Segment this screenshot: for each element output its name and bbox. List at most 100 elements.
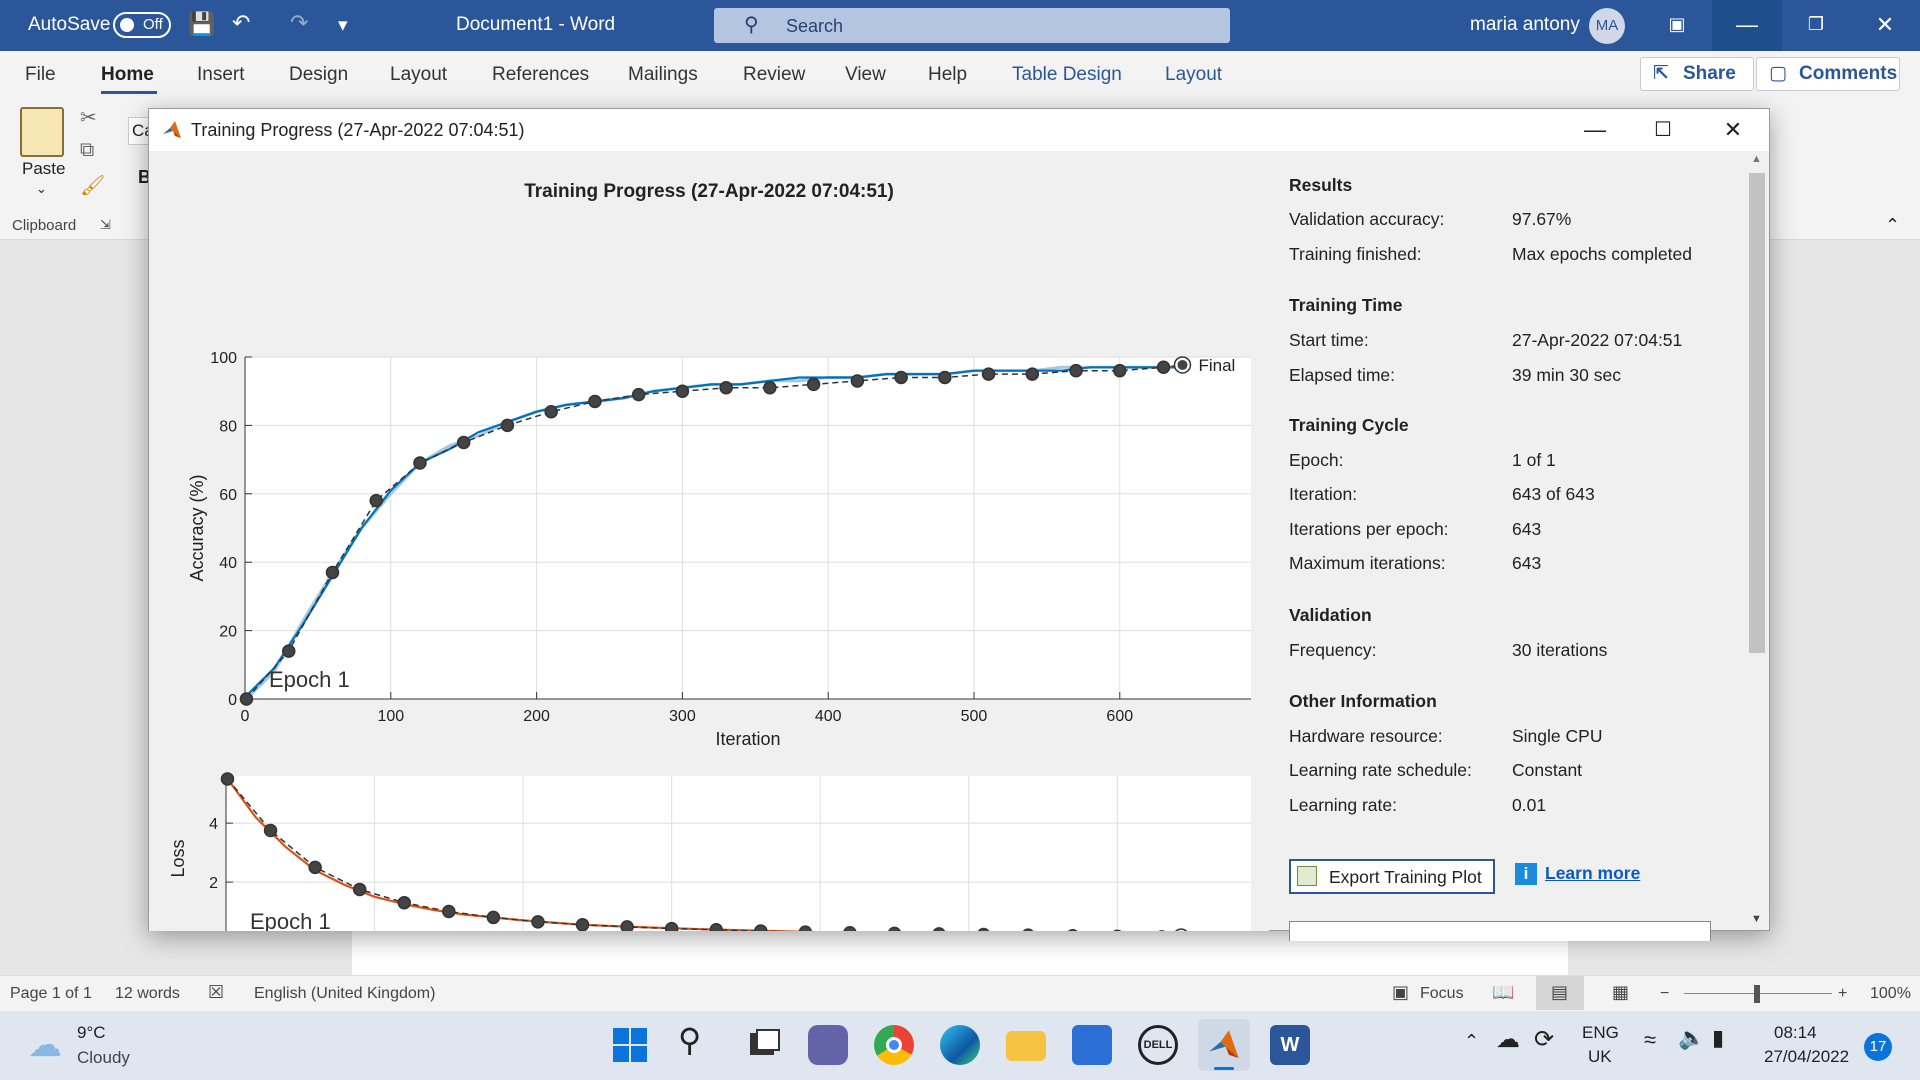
loss-ytick-label: 2 xyxy=(209,875,218,892)
save-icon[interactable]: 💾 xyxy=(188,11,215,37)
avatar[interactable]: MA xyxy=(1589,8,1625,44)
proofing-icon[interactable]: ☒ xyxy=(208,982,224,1003)
accuracy-validation-point xyxy=(1113,363,1127,378)
edge-icon[interactable] xyxy=(940,1025,980,1065)
tab-view[interactable]: View xyxy=(845,64,886,86)
notification-badge[interactable]: 17 xyxy=(1864,1033,1892,1061)
export-training-plot-button[interactable]: Export Training Plot xyxy=(1289,859,1495,894)
accuracy-validation-point xyxy=(981,367,996,381)
accuracy-ytick-label: 100 xyxy=(210,350,237,367)
restore-icon[interactable]: ❐ xyxy=(1781,0,1851,51)
search-box[interactable]: ⚲ Search xyxy=(714,8,1230,43)
loss-plot-background xyxy=(226,776,1251,931)
wifi-icon[interactable]: ≈ xyxy=(1644,1027,1656,1053)
customize-qat-icon[interactable]: ▾ xyxy=(338,14,348,37)
zoom-level[interactable]: 100% xyxy=(1870,985,1911,1003)
task-view-icon[interactable] xyxy=(744,1025,784,1065)
scroll-thumb[interactable] xyxy=(1749,173,1765,653)
focus-icon[interactable]: ▣ xyxy=(1392,982,1409,1003)
tab-file[interactable]: File xyxy=(25,64,56,86)
undo-icon[interactable]: ↶ xyxy=(232,10,250,36)
language-indicator[interactable]: English (United Kingdom) xyxy=(254,985,435,1003)
comments-label: Comments xyxy=(1799,63,1898,84)
clock-date[interactable]: 27/04/2022 xyxy=(1764,1047,1849,1067)
tab-layout[interactable]: Layout xyxy=(390,64,447,86)
collapse-ribbon-icon[interactable]: ⌃ xyxy=(1885,215,1900,236)
font-name-box[interactable]: Ca xyxy=(128,117,154,145)
autosave-label: AutoSave xyxy=(28,14,111,35)
tab-review[interactable]: Review xyxy=(743,64,805,86)
search-icon: ⚲ xyxy=(744,14,759,36)
web-layout-icon[interactable]: ▦ xyxy=(1612,982,1629,1003)
accuracy-xtick-label: 300 xyxy=(669,708,696,725)
loss-final-label: Final xyxy=(1197,928,1234,931)
paste-dropdown-icon[interactable]: ⌄ xyxy=(36,181,47,197)
weather-desc[interactable]: Cloudy xyxy=(77,1048,130,1068)
file-explorer-icon[interactable] xyxy=(1006,1031,1046,1061)
focus-label[interactable]: Focus xyxy=(1420,985,1464,1003)
weather-temp[interactable]: 9°C xyxy=(77,1023,106,1043)
accuracy-xtick-label: 0 xyxy=(241,708,250,725)
word-title-bar: AutoSave Off 💾 ↶ ↷ ▾ Document1 - Word ⚲ … xyxy=(0,0,1920,51)
show-hidden-icons[interactable]: ⌃ xyxy=(1464,1031,1479,1052)
clock-time[interactable]: 08:14 xyxy=(1774,1023,1817,1043)
matlab-taskbar-button[interactable] xyxy=(1198,1019,1250,1071)
page-count[interactable]: Page 1 of 1 xyxy=(10,985,92,1003)
accuracy-xtick-label: 100 xyxy=(377,708,404,725)
accuracy-xtick-label: 500 xyxy=(961,708,988,725)
zoom-out-icon[interactable]: − xyxy=(1660,985,1669,1003)
scroll-up-icon[interactable]: ▲ xyxy=(1751,153,1762,165)
chrome-icon[interactable] xyxy=(874,1025,914,1065)
tab-table-layout[interactable]: Layout xyxy=(1165,64,1222,86)
loss-validation-point xyxy=(352,882,367,897)
language-line1[interactable]: ENG xyxy=(1582,1023,1619,1043)
word-icon[interactable]: W xyxy=(1270,1025,1310,1065)
onedrive-icon[interactable]: ☁ xyxy=(1496,1025,1520,1054)
cloud-icon[interactable]: ☁ xyxy=(28,1025,62,1065)
store-icon[interactable] xyxy=(1072,1025,1112,1065)
tab-insert[interactable]: Insert xyxy=(197,64,245,86)
redo-icon[interactable]: ↷ xyxy=(290,10,308,36)
tab-mailings[interactable]: Mailings xyxy=(628,64,698,86)
copy-icon[interactable]: ⧉ xyxy=(80,139,94,162)
comments-button[interactable]: ▢ Comments xyxy=(1756,57,1900,91)
share-button[interactable]: ⇱ Share xyxy=(1640,57,1754,91)
tab-home[interactable]: Home xyxy=(101,64,154,86)
clipboard-group-label: Clipboard xyxy=(12,217,77,234)
teams-chat-icon[interactable] xyxy=(808,1025,848,1065)
zoom-in-icon[interactable]: + xyxy=(1838,985,1847,1003)
accuracy-validation-point xyxy=(588,394,602,409)
cut-icon[interactable]: ✂ xyxy=(80,105,97,130)
close-icon[interactable]: ✕ xyxy=(1850,0,1920,51)
language-line2[interactable]: UK xyxy=(1588,1047,1612,1067)
paste-icon[interactable] xyxy=(20,107,64,157)
ribbon-display-icon[interactable]: ▣ xyxy=(1642,0,1712,51)
read-mode-icon[interactable]: 📖 xyxy=(1492,982,1514,1003)
scroll-down-icon[interactable]: ▼ xyxy=(1751,913,1762,925)
battery-icon[interactable]: ▮ xyxy=(1712,1025,1724,1051)
accuracy-validation-point xyxy=(631,387,646,402)
info-scrollbar[interactable]: ▲ ▼ xyxy=(1747,151,1767,929)
volume-icon[interactable]: 🔈 xyxy=(1678,1025,1705,1051)
sync-icon[interactable]: ⟳ xyxy=(1534,1025,1554,1054)
minimize-icon[interactable]: — xyxy=(1712,0,1782,51)
format-painter-icon[interactable]: 🖌 xyxy=(80,173,105,198)
tab-design[interactable]: Design xyxy=(289,64,348,86)
accuracy-validation-point xyxy=(500,418,515,433)
accuracy-validation-point xyxy=(894,370,908,385)
word-count[interactable]: 12 words xyxy=(115,985,180,1003)
info-icon: i xyxy=(1515,863,1537,885)
start-button[interactable] xyxy=(610,1025,650,1065)
training-charts[interactable]: 0 20 40 60 80 100 0 100 200 300 400 500 600 Iteration… xyxy=(149,151,1269,931)
paste-label[interactable]: Paste xyxy=(22,159,65,179)
search-icon[interactable]: ⚲ xyxy=(678,1021,718,1061)
user-name[interactable]: maria antony xyxy=(1470,14,1580,36)
tab-references[interactable]: References xyxy=(492,64,589,86)
clipboard-launcher-icon[interactable]: ⇲ xyxy=(100,217,111,233)
dell-icon[interactable]: DELL xyxy=(1138,1025,1178,1065)
zoom-thumb[interactable] xyxy=(1754,985,1760,1003)
learn-more-link[interactable]: Learn more xyxy=(1545,863,1640,884)
tab-help[interactable]: Help xyxy=(928,64,967,86)
autosave-toggle[interactable]: Off xyxy=(113,12,171,38)
tab-table-design[interactable]: Table Design xyxy=(1012,64,1122,86)
